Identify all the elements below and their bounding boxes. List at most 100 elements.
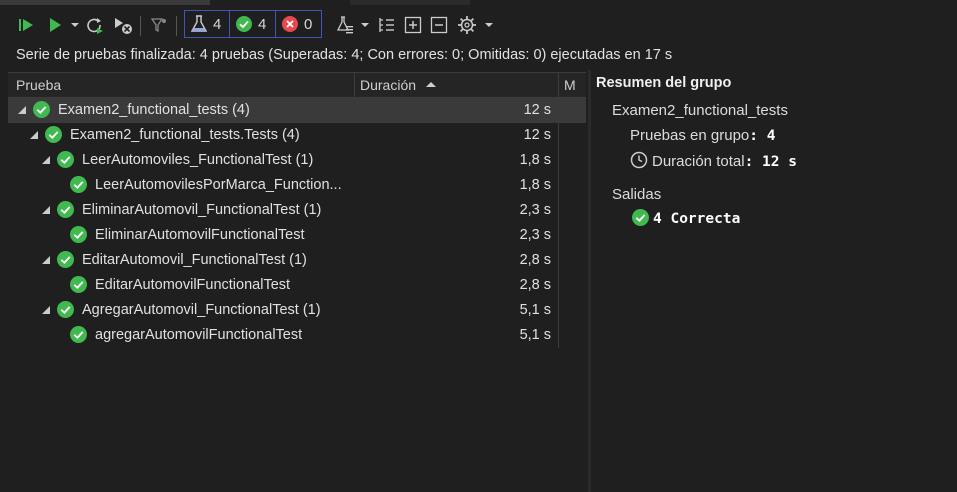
passed-check-icon [57, 301, 74, 318]
tests-in-group-label: Pruebas en grupo [630, 127, 750, 144]
document-tab[interactable] [350, 0, 470, 5]
column-divider [558, 248, 559, 273]
group-summary-title: Resumen del grupo [596, 75, 732, 91]
test-explorer-toolbar: 4 4 0 [0, 8, 957, 42]
column-divider[interactable] [354, 73, 355, 99]
tree-row-duration: 1,8 s [519, 152, 551, 168]
expanded-arrow-icon[interactable] [42, 156, 50, 164]
tree-row-class[interactable]: AgregarAutomovil_FunctionalTest (1) 5,1 … [8, 298, 586, 323]
total-tests-count: 4 [213, 15, 222, 33]
tree-row-duration: 12 s [523, 127, 551, 143]
column-header-test[interactable]: Prueba [16, 77, 61, 93]
passed-check-icon [45, 126, 62, 143]
tree-row-duration: 1,8 s [519, 177, 551, 193]
tree-row-duration: 2,8 s [519, 277, 551, 293]
repeat-last-run-icon[interactable] [84, 14, 106, 36]
outputs-heading: Salidas [612, 186, 662, 203]
tree-row-label: Examen2_functional_tests (4) [58, 102, 250, 118]
column-divider [558, 198, 559, 223]
total-duration-value: 12 s [762, 154, 797, 170]
tree-row-test[interactable]: LeerAutomovilesPorMarca_Function... 1,8 … [8, 173, 586, 198]
tree-row-duration: 2,3 s [519, 227, 551, 243]
tree-row-label: AgregarAutomovil_FunctionalTest (1) [82, 302, 321, 318]
passed-check-icon [70, 326, 87, 343]
expanded-arrow-icon[interactable] [18, 106, 26, 114]
expanded-arrow-icon[interactable] [42, 306, 50, 314]
chevron-down-icon[interactable] [70, 14, 80, 36]
column-header-m[interactable]: M [564, 77, 576, 93]
tree-row-class[interactable]: LeerAutomoviles_FunctionalTest (1) 1,8 s [8, 148, 586, 173]
tree-row-label: EditarAutomovil_FunctionalTest (1) [82, 252, 307, 268]
tree-row-test[interactable]: agregarAutomovilFunctionalTest 5,1 s [8, 323, 586, 348]
passed-check-icon [70, 226, 87, 243]
run-all-tests-icon[interactable] [16, 14, 38, 36]
expanded-arrow-icon[interactable] [30, 131, 38, 139]
tree-row-class[interactable]: EditarAutomovil_FunctionalTest (1) 2,8 s [8, 248, 586, 273]
tree-row-label: EliminarAutomovil_FunctionalTest (1) [82, 202, 322, 218]
tree-row-label: Examen2_functional_tests.Tests (4) [70, 127, 300, 143]
group-name: Examen2_functional_tests [612, 102, 788, 119]
group-summary-panel: Resumen del grupo Examen2_functional_tes… [592, 72, 957, 492]
outputs-count: 4 [653, 211, 662, 227]
tree-row-project[interactable]: Examen2_functional_tests (4) 12 s [8, 98, 586, 123]
clock-icon [630, 151, 648, 169]
gear-icon[interactable] [456, 14, 478, 36]
column-divider [558, 273, 559, 298]
active-document-tab[interactable] [0, 0, 210, 5]
passed-tests-counter[interactable]: 4 [229, 10, 276, 38]
passed-check-icon [33, 101, 50, 118]
column-divider [558, 298, 559, 323]
column-divider [558, 148, 559, 173]
expanded-arrow-icon[interactable] [42, 206, 50, 214]
tests-in-group-colon: : [749, 128, 767, 144]
passed-check-icon [57, 151, 74, 168]
toolbar-divider [176, 16, 177, 36]
tree-row-duration: 12 s [523, 102, 551, 118]
total-duration: Duración total: 12 s [630, 151, 797, 170]
tree-row-duration: 5,1 s [519, 327, 551, 343]
failed-tests-counter[interactable]: 0 [275, 10, 322, 38]
filter-icon[interactable] [148, 14, 170, 36]
column-divider[interactable] [558, 73, 559, 99]
expand-all-icon[interactable] [402, 14, 424, 36]
document-tab-strip [0, 0, 957, 6]
collapse-all-icon[interactable] [428, 14, 450, 36]
tree-row-label: EliminarAutomovilFunctionalTest [95, 227, 305, 243]
column-header-duration-label: Duración [360, 77, 417, 93]
error-circle-icon [282, 16, 298, 32]
passed-tests-count: 4 [258, 15, 267, 33]
tree-row-test[interactable]: EditarAutomovilFunctionalTest 2,8 s [8, 273, 586, 298]
column-header-duration[interactable]: Duración [360, 77, 437, 93]
tree-row-duration: 5,1 s [519, 302, 551, 318]
column-divider [558, 323, 559, 348]
grid-header: Prueba Duración M [8, 72, 586, 99]
expanded-arrow-icon[interactable] [42, 256, 50, 264]
chevron-down-icon[interactable] [484, 14, 494, 36]
column-divider [558, 223, 559, 248]
tree-row-duration: 2,8 s [519, 252, 551, 268]
column-divider [558, 98, 559, 123]
tree-row-namespace[interactable]: Examen2_functional_tests.Tests (4) 12 s [8, 123, 586, 148]
tests-in-group: Pruebas en grupo: 4 [630, 127, 775, 144]
total-duration-label: Duración total [652, 153, 745, 170]
failed-tests-count: 0 [304, 15, 313, 33]
group-by-icon[interactable] [376, 14, 398, 36]
test-tree-grid: Prueba Duración M Examen2_functional_tes… [8, 72, 586, 492]
playlist-icon[interactable] [334, 14, 356, 36]
outputs-status: Correcta [670, 211, 741, 227]
total-tests-counter[interactable]: 4 [184, 10, 230, 38]
run-icon[interactable] [44, 14, 66, 36]
column-divider [558, 123, 559, 148]
tree-row-label: LeerAutomoviles_FunctionalTest (1) [82, 152, 314, 168]
cancel-run-icon[interactable] [112, 14, 134, 36]
tree-row-class[interactable]: EliminarAutomovil_FunctionalTest (1) 2,3… [8, 198, 586, 223]
chevron-down-icon[interactable] [360, 14, 370, 36]
outputs-result[interactable]: 4 Correcta [632, 209, 740, 227]
passed-check-icon [57, 201, 74, 218]
tree-row-test[interactable]: EliminarAutomovilFunctionalTest 2,3 s [8, 223, 586, 248]
panel-splitter[interactable] [588, 70, 591, 492]
test-run-summary: Serie de pruebas finalizada: 4 pruebas (… [16, 47, 673, 63]
passed-check-icon [632, 209, 649, 226]
tests-in-group-value: 4 [766, 128, 776, 144]
passed-check-icon [57, 251, 74, 268]
